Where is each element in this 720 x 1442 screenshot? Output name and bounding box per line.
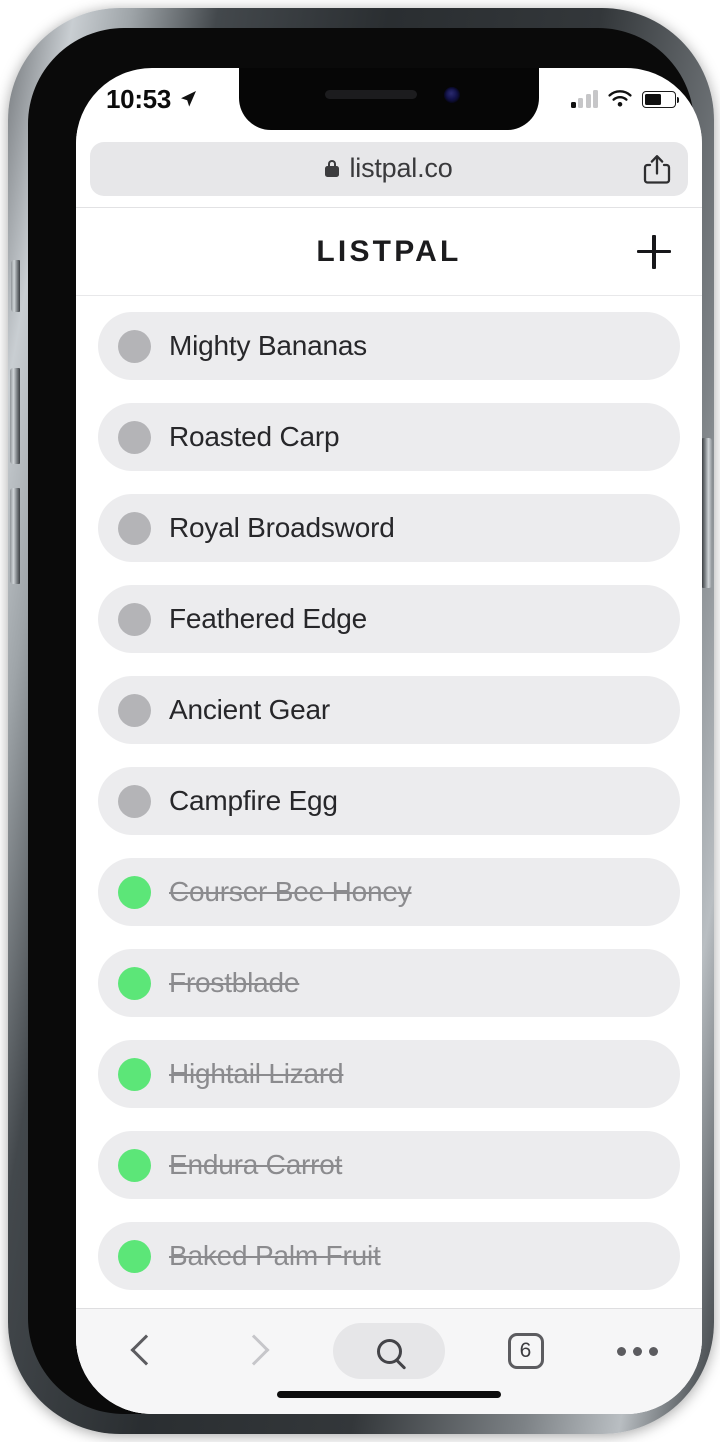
unchecked-circle-icon[interactable] [118,784,151,818]
checked-circle-icon[interactable] [118,875,151,909]
phone-bezel: 10:53 listpal.co LISTPAL Mighty Bananas … [28,28,702,1414]
checked-circle-icon[interactable] [118,1148,151,1182]
list-item[interactable]: Roasted Carp [98,403,680,471]
browser-url-bar-container: listpal.co [76,130,702,208]
unchecked-circle-icon[interactable] [118,420,151,454]
checked-circle-icon[interactable] [118,1239,151,1273]
url-text: listpal.co [349,153,453,183]
list-item-label: Campfire Egg [169,785,338,816]
back-button[interactable] [110,1323,172,1379]
browser-toolbar: 6 [76,1308,702,1414]
volume-down-button[interactable] [10,488,20,584]
tab-count-badge: 6 [507,1333,544,1369]
phone-screen: 10:53 listpal.co LISTPAL Mighty Bananas … [76,68,702,1414]
status-bar-right [570,89,679,109]
ellipsis-icon [616,1346,658,1356]
phone-frame: 10:53 listpal.co LISTPAL Mighty Bananas … [8,8,714,1434]
list-item[interactable]: Hightail Lizard [98,1040,680,1108]
unchecked-circle-icon[interactable] [118,329,151,363]
url-content: listpal.co [325,153,453,184]
list-item[interactable]: Frostblade [98,949,680,1017]
search-button[interactable] [333,1323,445,1379]
list-item[interactable]: Endura Carrot [98,1131,680,1199]
notch [239,68,539,130]
unchecked-circle-icon[interactable] [118,693,151,727]
todo-list[interactable]: Mighty Bananas Roasted Carp Royal Broadswo… [76,297,702,1414]
battery-icon [642,90,679,108]
tabs-button[interactable]: 6 [495,1323,557,1379]
front-camera-icon [444,87,460,103]
lock-icon [325,160,340,177]
checked-circle-icon[interactable] [118,1057,151,1091]
status-time: 10:53 [106,83,171,114]
list-item-label: Roasted Carp [169,421,340,452]
location-arrow-icon [181,91,196,107]
list-item[interactable]: Ancient Gear [98,676,680,744]
list-item-label: Ancient Gear [169,694,331,725]
add-item-button[interactable] [632,230,676,274]
list-item[interactable]: Feathered Edge [98,585,680,653]
volume-up-button[interactable] [10,368,20,464]
list-item-label: Courser Bee Honey [169,876,412,907]
wifi-icon [608,89,632,107]
app-header: LISTPAL [76,208,702,296]
list-item-label: Endura Carrot [169,1149,343,1180]
checked-circle-icon[interactable] [118,966,151,1000]
home-indicator[interactable] [277,1391,501,1398]
list-item-label: Baked Palm Fruit [169,1240,381,1271]
unchecked-circle-icon[interactable] [118,511,151,545]
list-item[interactable]: Campfire Egg [98,767,680,835]
forward-button[interactable] [222,1323,284,1379]
list-item[interactable]: Baked Palm Fruit [98,1222,680,1290]
unchecked-circle-icon[interactable] [118,602,151,636]
power-button[interactable] [702,438,712,588]
list-item-label: Feathered Edge [169,603,368,634]
list-item-label: Royal Broadsword [169,512,395,543]
list-item-label: Mighty Bananas [169,330,367,361]
list-item-label: Frostblade [169,967,300,998]
list-item[interactable]: Mighty Bananas [98,312,680,380]
status-bar-left: 10:53 [106,84,198,115]
list-item[interactable]: Royal Broadsword [98,494,680,562]
earpiece-speaker-icon [325,90,417,99]
screenshot-stage: 10:53 listpal.co LISTPAL Mighty Bananas … [0,0,720,1442]
chevron-right-icon [243,1335,263,1367]
list-item[interactable]: Courser Bee Honey [98,858,680,926]
search-icon [376,1338,402,1364]
cellular-signal-icon [570,90,598,108]
chevron-left-icon [131,1335,151,1367]
mute-switch-button[interactable] [11,260,20,312]
app-title: LISTPAL [316,234,462,268]
url-bar[interactable]: listpal.co [90,141,688,196]
more-button[interactable] [606,1323,668,1379]
share-icon[interactable] [640,151,674,187]
list-item-label: Hightail Lizard [169,1058,344,1089]
